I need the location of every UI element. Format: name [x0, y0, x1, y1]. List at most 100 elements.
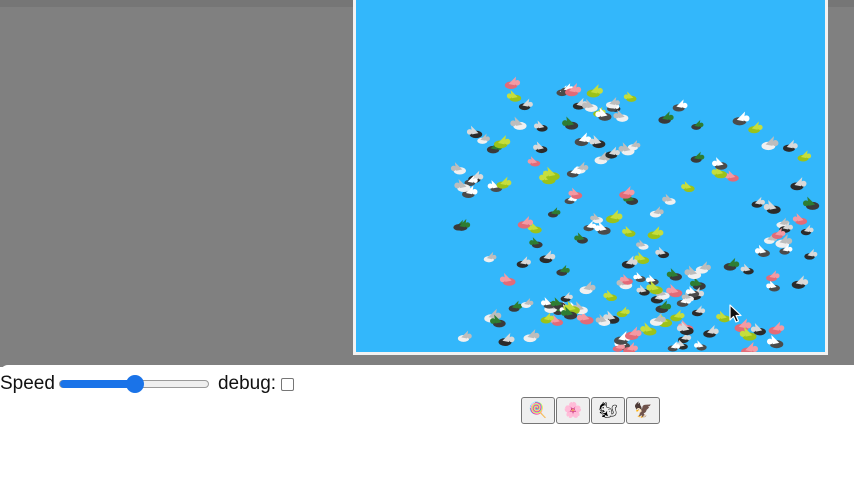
bird-sprite: [703, 324, 719, 338]
bird-sprite: [783, 139, 798, 152]
speed-slider-thumb[interactable]: [125, 375, 144, 393]
mouse-cursor-icon: [729, 304, 742, 323]
bird-sprite: [624, 326, 642, 340]
bird-sprite: [619, 186, 635, 199]
bird-sprite: [649, 206, 664, 218]
bird-sprite: [763, 199, 781, 214]
bird-sprite: [761, 136, 779, 151]
bird-sprite: [740, 263, 754, 275]
bird-sprite: [589, 134, 606, 149]
flock-canvas[interactable]: [356, 0, 825, 352]
bird-sprite: [455, 218, 471, 231]
flower-icon: 🌸: [563, 401, 583, 419]
bird-sprite: [804, 248, 818, 260]
bird-sprite: [606, 209, 623, 224]
bird-sprite: [579, 281, 596, 295]
bird-sprite: [672, 99, 688, 112]
speed-slider[interactable]: [58, 375, 209, 393]
bird-sprite: [560, 291, 573, 302]
bird-sprite: [691, 119, 704, 130]
bird-sprite: [466, 125, 483, 139]
bird-sprite: [506, 90, 522, 102]
bird-sprite: [768, 321, 785, 335]
bird-sprite: [562, 116, 579, 130]
bird-sprite: [741, 341, 759, 352]
bird-sprite: [565, 83, 582, 97]
bird-sprite: [766, 280, 780, 292]
bird-sprite: [622, 225, 636, 237]
lollipop-button[interactable]: 🍭: [521, 397, 555, 424]
bird-sprite: [498, 332, 515, 346]
bird-sprite: [510, 116, 527, 130]
bird-sprite: [802, 196, 820, 210]
controls-row: Speed debug:: [0, 371, 295, 397]
bird-sprite: [766, 270, 780, 282]
bird-sprite: [493, 134, 511, 149]
lollipop-icon: 🍭: [528, 401, 548, 419]
bird-sprite: [666, 268, 682, 281]
bird-sprite: [516, 256, 531, 268]
bird-sprite: [616, 306, 630, 318]
bird-sprite: [658, 111, 674, 124]
bird-sprite: [670, 309, 685, 322]
bird-sprite: [450, 162, 466, 175]
bird-sprite: [655, 246, 670, 259]
bird-sprite: [766, 334, 784, 349]
bird-sprite: [724, 170, 739, 182]
bird-sprite: [508, 300, 523, 312]
bird-sprite: [581, 99, 598, 112]
bird-sprite: [556, 264, 570, 276]
bird-sprite: [483, 251, 497, 263]
bird-sprite: [662, 193, 676, 205]
bird-sprite: [647, 226, 664, 240]
bird-sprite: [527, 156, 541, 167]
emoji-toolbar: 🍭 🌸 🐿 🦅: [521, 397, 660, 424]
squirrel-icon: 🐿: [598, 401, 618, 419]
flower-button[interactable]: 🌸: [556, 397, 590, 424]
bird-sprite: [547, 207, 561, 218]
bird-button[interactable]: 🦅: [626, 397, 660, 424]
bird-sprite: [574, 132, 592, 147]
bird-sprite: [797, 150, 812, 162]
bird-sprite: [618, 142, 635, 156]
bird-sprite: [748, 121, 763, 134]
bird-sprite: [694, 340, 707, 351]
bird-sprite: [523, 329, 540, 343]
bird-sprite: [754, 244, 770, 257]
bird-sprite: [623, 91, 637, 102]
bird-sprite: [690, 151, 705, 163]
bird-sprite: [518, 98, 533, 111]
bird-sprite: [533, 120, 548, 132]
bird-sprite: [496, 176, 512, 189]
bird-sprite: [681, 180, 695, 193]
bird-sprite: [751, 196, 765, 208]
squirrel-button[interactable]: 🐿: [591, 397, 625, 424]
bird-sprite: [790, 177, 807, 191]
bird-sprite: [605, 146, 620, 159]
debug-label: debug:: [217, 373, 277, 394]
debug-checkbox[interactable]: [281, 377, 295, 391]
bird-sprite: [792, 213, 808, 225]
bird-sprite: [499, 272, 516, 286]
bird-sprite: [529, 237, 543, 249]
bird-sprite: [594, 221, 611, 235]
bird-sprite: [521, 297, 534, 309]
bird-sprite: [636, 239, 649, 250]
bird-icon: 🦅: [633, 401, 653, 419]
bird-sprite: [603, 289, 617, 302]
speed-slider-fill: [59, 380, 135, 388]
bird-sprite: [574, 232, 588, 244]
bird-sprite: [633, 271, 646, 283]
bird-sprite: [732, 111, 750, 126]
bird-sprite: [712, 157, 728, 170]
bird-sprite: [457, 330, 472, 342]
speed-label: Speed: [0, 373, 55, 394]
bird-sprite: [504, 76, 521, 89]
flock-layer: [450, 76, 820, 352]
bird-sprite: [691, 305, 706, 317]
bird-sprite: [690, 277, 706, 290]
bird-sprite: [800, 224, 814, 236]
bird-sprite: [533, 141, 548, 154]
bird-sprite: [539, 250, 556, 264]
bird-sprite: [791, 275, 809, 289]
